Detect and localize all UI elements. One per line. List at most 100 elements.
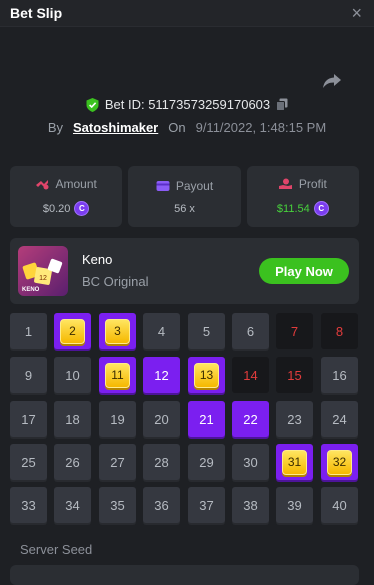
cell-number: 18	[65, 411, 80, 427]
keno-cell-19: 19	[99, 401, 136, 437]
keno-cell-30: 30	[232, 444, 269, 480]
cell-number: 7	[290, 323, 299, 339]
keno-cell-9: 9	[10, 357, 47, 393]
keno-cell-37: 37	[188, 487, 225, 523]
on-label: On	[168, 120, 186, 135]
keno-cell-22: 22	[232, 401, 269, 437]
keno-cell-40: 40	[321, 487, 358, 523]
wallet-icon	[156, 180, 170, 191]
keno-cell-15: 15	[276, 357, 313, 393]
cell-number: 27	[110, 454, 125, 470]
profit-stat: Profit $11.54 C	[246, 166, 359, 227]
server-seed-field[interactable]	[10, 565, 359, 585]
username-link[interactable]: Satoshimaker	[73, 120, 158, 135]
keno-cell-27: 27	[99, 444, 136, 480]
bet-stats: Amount $0.20 C Payout 56 x Profit $11.54…	[10, 166, 359, 227]
share-icon[interactable]	[322, 72, 342, 90]
dialog-title: Bet Slip	[10, 5, 63, 21]
keno-cell-20: 20	[143, 401, 180, 437]
cell-number: 36	[154, 497, 169, 513]
cell-number: 5	[202, 323, 211, 339]
bet-id: Bet ID: 5117357325917060​3	[104, 97, 271, 112]
cell-number: 29	[199, 454, 214, 470]
keno-cell-10: 10	[54, 357, 91, 393]
close-icon[interactable]: ×	[351, 4, 362, 22]
cell-number: 35	[110, 497, 125, 513]
cell-number: 22	[243, 411, 258, 427]
amount-stat: Amount $0.20 C	[10, 166, 123, 227]
cell-number: 37	[199, 497, 214, 513]
keno-cell-24: 24	[321, 401, 358, 437]
bet-byline: By Satoshimaker On 9/11/2022, 1:48:15 PM	[0, 120, 374, 135]
keno-cell-17: 17	[10, 401, 47, 437]
cell-number: 23	[287, 411, 302, 427]
gem-number: 3	[105, 318, 130, 344]
keno-cell-2: 2	[54, 313, 91, 349]
bet-slip-header: Bet Slip ×	[0, 0, 374, 27]
gem-number: 32	[327, 449, 352, 475]
cell-number: 28	[154, 454, 169, 470]
bet-id-row: Bet ID: 5117357325917060​3	[0, 97, 374, 112]
gem-number: 31	[282, 449, 307, 475]
keno-cell-3: 3	[99, 313, 136, 349]
keno-cell-25: 25	[10, 444, 47, 480]
bet-date: 9/11/2022, 1:48:15 PM	[195, 120, 327, 135]
game-subtitle: BC Original	[82, 274, 149, 289]
cell-number: 9	[24, 367, 33, 383]
cell-number: 25	[21, 454, 36, 470]
coins-icon	[36, 180, 49, 190]
keno-cell-12: 12	[143, 357, 180, 393]
cell-number: 17	[21, 411, 36, 427]
cell-number: 30	[243, 454, 258, 470]
cell-number: 21	[199, 411, 214, 427]
keno-cell-6: 6	[232, 313, 269, 349]
payout-stat: Payout 56 x	[128, 166, 241, 227]
cell-number: 6	[246, 323, 255, 339]
keno-cell-36: 36	[143, 487, 180, 523]
keno-cell-5: 5	[188, 313, 225, 349]
keno-cell-1: 1	[10, 313, 47, 349]
keno-cell-39: 39	[276, 487, 313, 523]
payout-value: 56 x	[174, 202, 195, 215]
payout-label: Payout	[175, 178, 214, 193]
keno-cell-29: 29	[188, 444, 225, 480]
cell-number: 38	[243, 497, 258, 513]
cell-number: 16	[332, 367, 347, 383]
cell-number: 4	[157, 323, 166, 339]
cell-number: 33	[21, 497, 36, 513]
keno-cell-32: 32	[321, 444, 358, 480]
gem-number: 11	[105, 362, 130, 388]
cell-number: 8	[335, 323, 344, 339]
cell-number: 20	[154, 411, 169, 427]
keno-cell-26: 26	[54, 444, 91, 480]
keno-cell-21: 21	[188, 401, 225, 437]
profit-label: Profit	[298, 177, 327, 191]
play-now-button[interactable]: Play Now	[259, 258, 349, 284]
keno-cell-7: 7	[276, 313, 313, 349]
keno-thumbnail[interactable]: 12 KENO	[18, 246, 68, 296]
game-card: 12 KENO Keno BC Original Play Now	[10, 238, 359, 304]
server-seed-label: Server Seed	[20, 542, 93, 557]
keno-cell-28: 28	[143, 444, 180, 480]
keno-cell-33: 33	[10, 487, 47, 523]
keno-cell-23: 23	[276, 401, 313, 437]
cell-number: 34	[65, 497, 80, 513]
cell-number: 24	[332, 411, 347, 427]
game-name: Keno	[82, 252, 113, 267]
copy-icon[interactable]	[276, 98, 288, 111]
cell-number: 10	[65, 367, 80, 383]
keno-thumb-label: KENO	[22, 287, 40, 293]
profit-value: $11.54	[276, 202, 310, 215]
cell-number: 12	[154, 367, 169, 383]
keno-cell-8: 8	[321, 313, 358, 349]
gem-number: 2	[60, 318, 85, 344]
cell-number: 40	[332, 497, 347, 513]
amount-label: Amount	[55, 177, 97, 191]
svg-text:12: 12	[39, 275, 47, 282]
hand-coin-icon	[278, 178, 292, 189]
keno-cell-38: 38	[232, 487, 269, 523]
cell-number: 15	[287, 367, 302, 383]
cell-number: 26	[65, 454, 80, 470]
amount-value: $0.20	[42, 202, 71, 215]
keno-cell-14: 14	[232, 357, 269, 393]
